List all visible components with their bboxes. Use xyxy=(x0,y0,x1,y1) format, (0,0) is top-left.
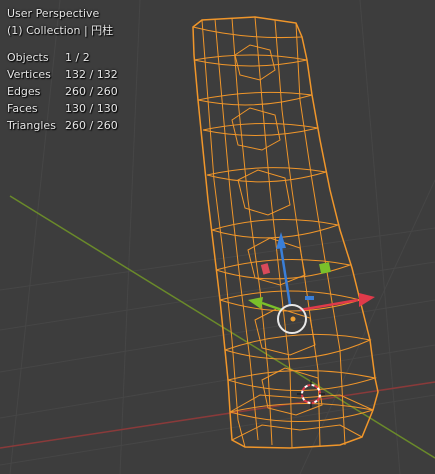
x-axis-line xyxy=(0,381,435,449)
stat-label: Objects xyxy=(7,51,49,64)
stat-row-objects: Objects 1 / 2 xyxy=(7,49,118,66)
stat-label: Edges xyxy=(7,85,41,98)
scene-statistics: Objects 1 / 2 Vertices 132 / 132 Edges 2… xyxy=(7,49,118,134)
viewport-info-overlay: User Perspective (1) Collection | 円柱 Obj… xyxy=(7,5,118,134)
gizmo-xz-plane-handle[interactable] xyxy=(319,262,331,274)
stat-row-vertices: Vertices 132 / 132 xyxy=(7,66,118,83)
cylinder-wireframe[interactable] xyxy=(192,16,379,449)
stat-label: Faces xyxy=(7,102,38,115)
stat-value: 132 / 132 xyxy=(65,68,118,81)
gizmo-z-axis[interactable] xyxy=(279,247,292,306)
view-name: User Perspective xyxy=(7,7,100,20)
gizmo-y-axis[interactable] xyxy=(261,301,283,312)
stat-value: 260 / 260 xyxy=(65,119,118,132)
stat-value: 260 / 260 xyxy=(65,85,118,98)
gizmo-yz-plane-handle[interactable] xyxy=(260,263,271,275)
stat-value: 1 / 2 xyxy=(65,51,90,64)
stat-label: Vertices xyxy=(7,68,51,81)
stat-row-faces: Faces 130 / 130 xyxy=(7,100,118,117)
3d-viewport[interactable]: User Perspective (1) Collection | 円柱 Obj… xyxy=(0,0,435,474)
stat-value: 130 / 130 xyxy=(65,102,118,115)
gizmo-x-arrow-icon[interactable] xyxy=(359,293,375,307)
collection-object-name: (1) Collection | 円柱 xyxy=(7,24,114,37)
stat-row-triangles: Triangles 260 / 260 xyxy=(7,117,118,134)
stat-label: Triangles xyxy=(7,119,56,132)
gizmo-origin-dot xyxy=(290,316,296,322)
stat-row-edges: Edges 260 / 260 xyxy=(7,83,118,100)
gizmo-xy-plane-handle[interactable] xyxy=(305,296,314,300)
